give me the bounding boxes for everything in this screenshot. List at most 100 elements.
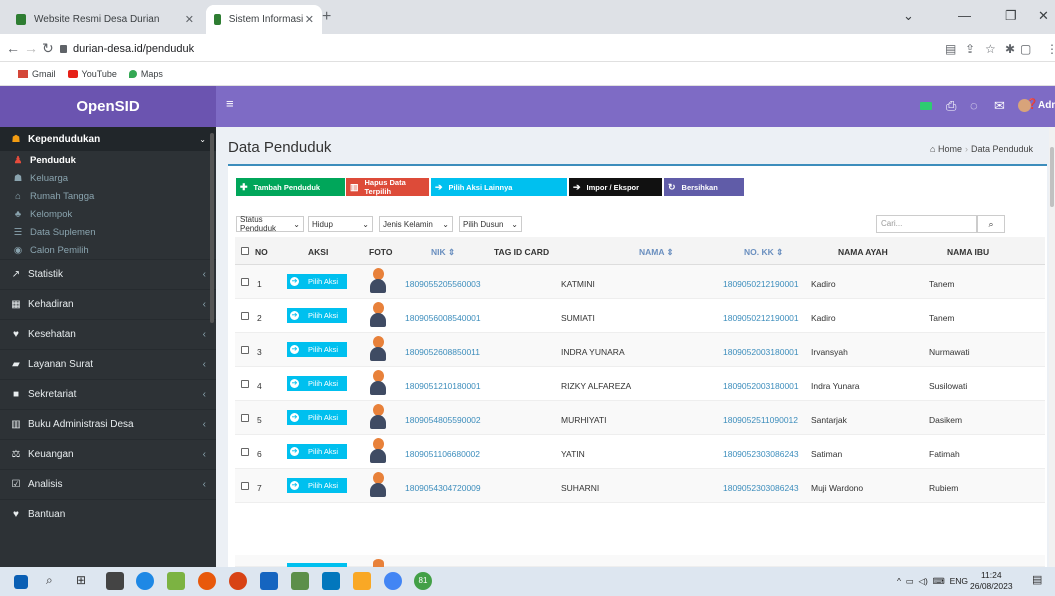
cell-no-kk[interactable]: 1809052003180001 (723, 381, 799, 391)
pilih-aksi-button[interactable]: ➔ Pilih Aksi (287, 342, 347, 357)
status-penduduk-select[interactable]: Status Penduduk ⌄ (236, 215, 304, 233)
browser-tab[interactable]: Website Resmi Desa Durian ✕ (8, 5, 202, 34)
star-icon[interactable]: ☆ (985, 42, 996, 56)
cell-nik[interactable]: 1809054304720009 (405, 483, 481, 493)
sidebar-item-statistik[interactable]: ↗ Statistik ‹ (0, 259, 216, 289)
mail-icon[interactable] (322, 572, 340, 590)
system-tray[interactable]: ^ ▭ ◁) ⌨ ENG (897, 576, 968, 587)
menu-icon[interactable]: ⋮ (1046, 42, 1055, 56)
word-icon[interactable] (260, 572, 278, 590)
photo-avatar[interactable] (370, 370, 386, 396)
sidebar-item-sekretariat[interactable]: ■ Sekretariat ‹ (0, 379, 216, 409)
row-checkbox[interactable] (241, 278, 249, 286)
row-checkbox[interactable] (241, 380, 249, 388)
sidebar-scrollbar[interactable] (210, 133, 214, 323)
share-icon[interactable]: ⇪ (965, 42, 975, 56)
user-name[interactable]: Administrator (1038, 100, 1055, 111)
browser-tab-active-bg[interactable]: Sistem Informasi Desa Durian - P ✕ (206, 5, 322, 34)
sidebar-item-keuangan[interactable]: ⚖ Keuangan ‹ (0, 439, 216, 469)
edge-icon[interactable] (136, 572, 154, 590)
th-nik[interactable]: NIK ⇕ (431, 247, 455, 258)
notifications-icon[interactable]: ▤ (1032, 573, 1050, 591)
row-checkbox[interactable] (241, 482, 249, 490)
extensions-icon[interactable]: ✱ (1005, 42, 1015, 56)
sidebar-item-analisis[interactable]: ☑ Analisis ‹ (0, 469, 216, 499)
search-icon[interactable]: ⌕ (977, 215, 1005, 233)
task-view-icon[interactable]: ⊞ (76, 573, 94, 591)
sidebar-item-kehadiran[interactable]: ▦ Kehadiran ‹ (0, 289, 216, 319)
sidebar-subitem-kelompok[interactable]: ♣ Kelompok (0, 205, 216, 223)
reload-icon[interactable]: ↻ (42, 40, 54, 57)
sidebar-item-kesehatan[interactable]: ♥ Kesehatan ‹ (0, 319, 216, 349)
translate-icon[interactable]: ▤ (945, 42, 956, 56)
sidebar-item-bantuan[interactable]: ♥ Bantuan (0, 499, 216, 529)
photo-avatar[interactable] (370, 268, 386, 294)
bersihkan-button[interactable]: ↻ Bersihkan (664, 178, 744, 196)
tab-search-icon[interactable]: ⌄ (903, 8, 914, 24)
photo-avatar[interactable] (370, 404, 386, 430)
jenis-kelamin-select[interactable]: Jenis Kelamin ⌄ (379, 216, 453, 232)
pilih-dusun-select[interactable]: Pilih Dusun ⌄ (459, 216, 522, 232)
app-icon[interactable] (167, 572, 185, 590)
hapus-data-button[interactable]: ▥ Hapus Data Terpilih (346, 178, 429, 196)
cell-nik[interactable]: 1809056008540001 (405, 313, 481, 323)
cell-nik[interactable]: 1809052608850011 (405, 347, 480, 357)
pilih-aksi-button[interactable]: ➔ Pilih Aksi (287, 410, 347, 425)
store-icon[interactable] (106, 572, 124, 590)
chat-icon[interactable]: ◌ (970, 98, 978, 113)
cell-nik[interactable]: 1809055205560003 (405, 279, 481, 289)
bookmark-gmail[interactable]: Gmail (18, 69, 56, 79)
pilih-aksi-button[interactable]: ➔ Pilih Aksi (287, 478, 347, 493)
url-input[interactable]: durian-desa.id/penduduk (60, 39, 194, 59)
th-nama[interactable]: NAMA ⇕ (639, 247, 674, 258)
tambah-penduduk-button[interactable]: ✚ Tambah Penduduk (236, 178, 345, 196)
chrome-icon[interactable] (384, 572, 402, 590)
photos-icon[interactable] (291, 572, 309, 590)
cell-nik[interactable]: 1809054805590002 (405, 415, 481, 425)
bookmark-youtube[interactable]: YouTube (67, 69, 117, 79)
cell-no-kk[interactable]: 1809050212190001 (723, 313, 799, 323)
back-icon[interactable]: ← (6, 40, 20, 56)
sidebar-subitem-calon-pemilih[interactable]: ◉ Calon Pemilih (0, 241, 216, 259)
start-icon[interactable] (14, 575, 28, 589)
cell-no-kk[interactable]: 1809052303086243 (723, 449, 799, 459)
whatsapp-icon[interactable]: 81 (414, 572, 432, 590)
sidepanel-icon[interactable]: ▢ (1020, 42, 1031, 56)
print-icon[interactable]: ⎙ (946, 98, 956, 114)
photo-avatar[interactable] (370, 438, 386, 464)
sidebar-section-kependudukan[interactable]: ☗ Kependudukan ⌄ (0, 127, 216, 151)
breadcrumb-home[interactable]: Home (938, 144, 962, 154)
cell-no-kk[interactable]: 1809050212190001 (723, 279, 799, 289)
sidebar-item-buku-administrasi[interactable]: ▥ Buku Administrasi Desa ‹ (0, 409, 216, 439)
battery-icon[interactable] (920, 102, 932, 110)
firefox-icon[interactable] (198, 572, 216, 590)
cell-no-kk[interactable]: 1809052511090012 (723, 415, 798, 425)
maximize-icon[interactable]: ❐ (1005, 8, 1017, 24)
mail-icon[interactable]: ✉ (994, 98, 1005, 114)
sidebar-item-layanan-surat[interactable]: ▰ Layanan Surat ‹ (0, 349, 216, 379)
file-explorer-icon[interactable] (353, 572, 371, 590)
row-checkbox[interactable] (241, 312, 249, 320)
close-tab-icon[interactable]: ✕ (185, 13, 194, 26)
photo-avatar[interactable] (370, 336, 386, 362)
pilih-aksi-button[interactable]: ➔ Pilih Aksi (287, 444, 347, 459)
powerpoint-icon[interactable] (229, 572, 247, 590)
sidebar-toggle-icon[interactable]: ≡ (226, 96, 234, 111)
new-tab-icon[interactable]: + (322, 8, 331, 26)
help-icon[interactable]: ❓ (1026, 99, 1038, 110)
photo-avatar[interactable] (370, 472, 386, 498)
close-tab-icon[interactable]: ✕ (305, 13, 314, 26)
row-checkbox[interactable] (241, 414, 249, 422)
photo-avatar[interactable] (370, 302, 386, 328)
forward-icon[interactable]: → (24, 40, 38, 56)
pilih-aksi-button[interactable]: ➔ Pilih Aksi (287, 376, 347, 391)
cell-nik[interactable]: 1809051210180001 (405, 381, 481, 391)
th-no-kk[interactable]: NO. KK ⇕ (744, 247, 783, 258)
page-scrollbar[interactable] (1049, 127, 1055, 567)
row-checkbox[interactable] (241, 346, 249, 354)
minimize-icon[interactable]: — (958, 8, 971, 23)
search-icon[interactable]: ⌕ (46, 573, 64, 591)
pilih-aksi-button[interactable]: ➔ Pilih Aksi (287, 274, 347, 289)
bookmark-maps[interactable]: Maps (128, 69, 163, 79)
pilih-aksi-lainnya-button[interactable]: ➔ Pilih Aksi Lainnya (431, 178, 567, 196)
